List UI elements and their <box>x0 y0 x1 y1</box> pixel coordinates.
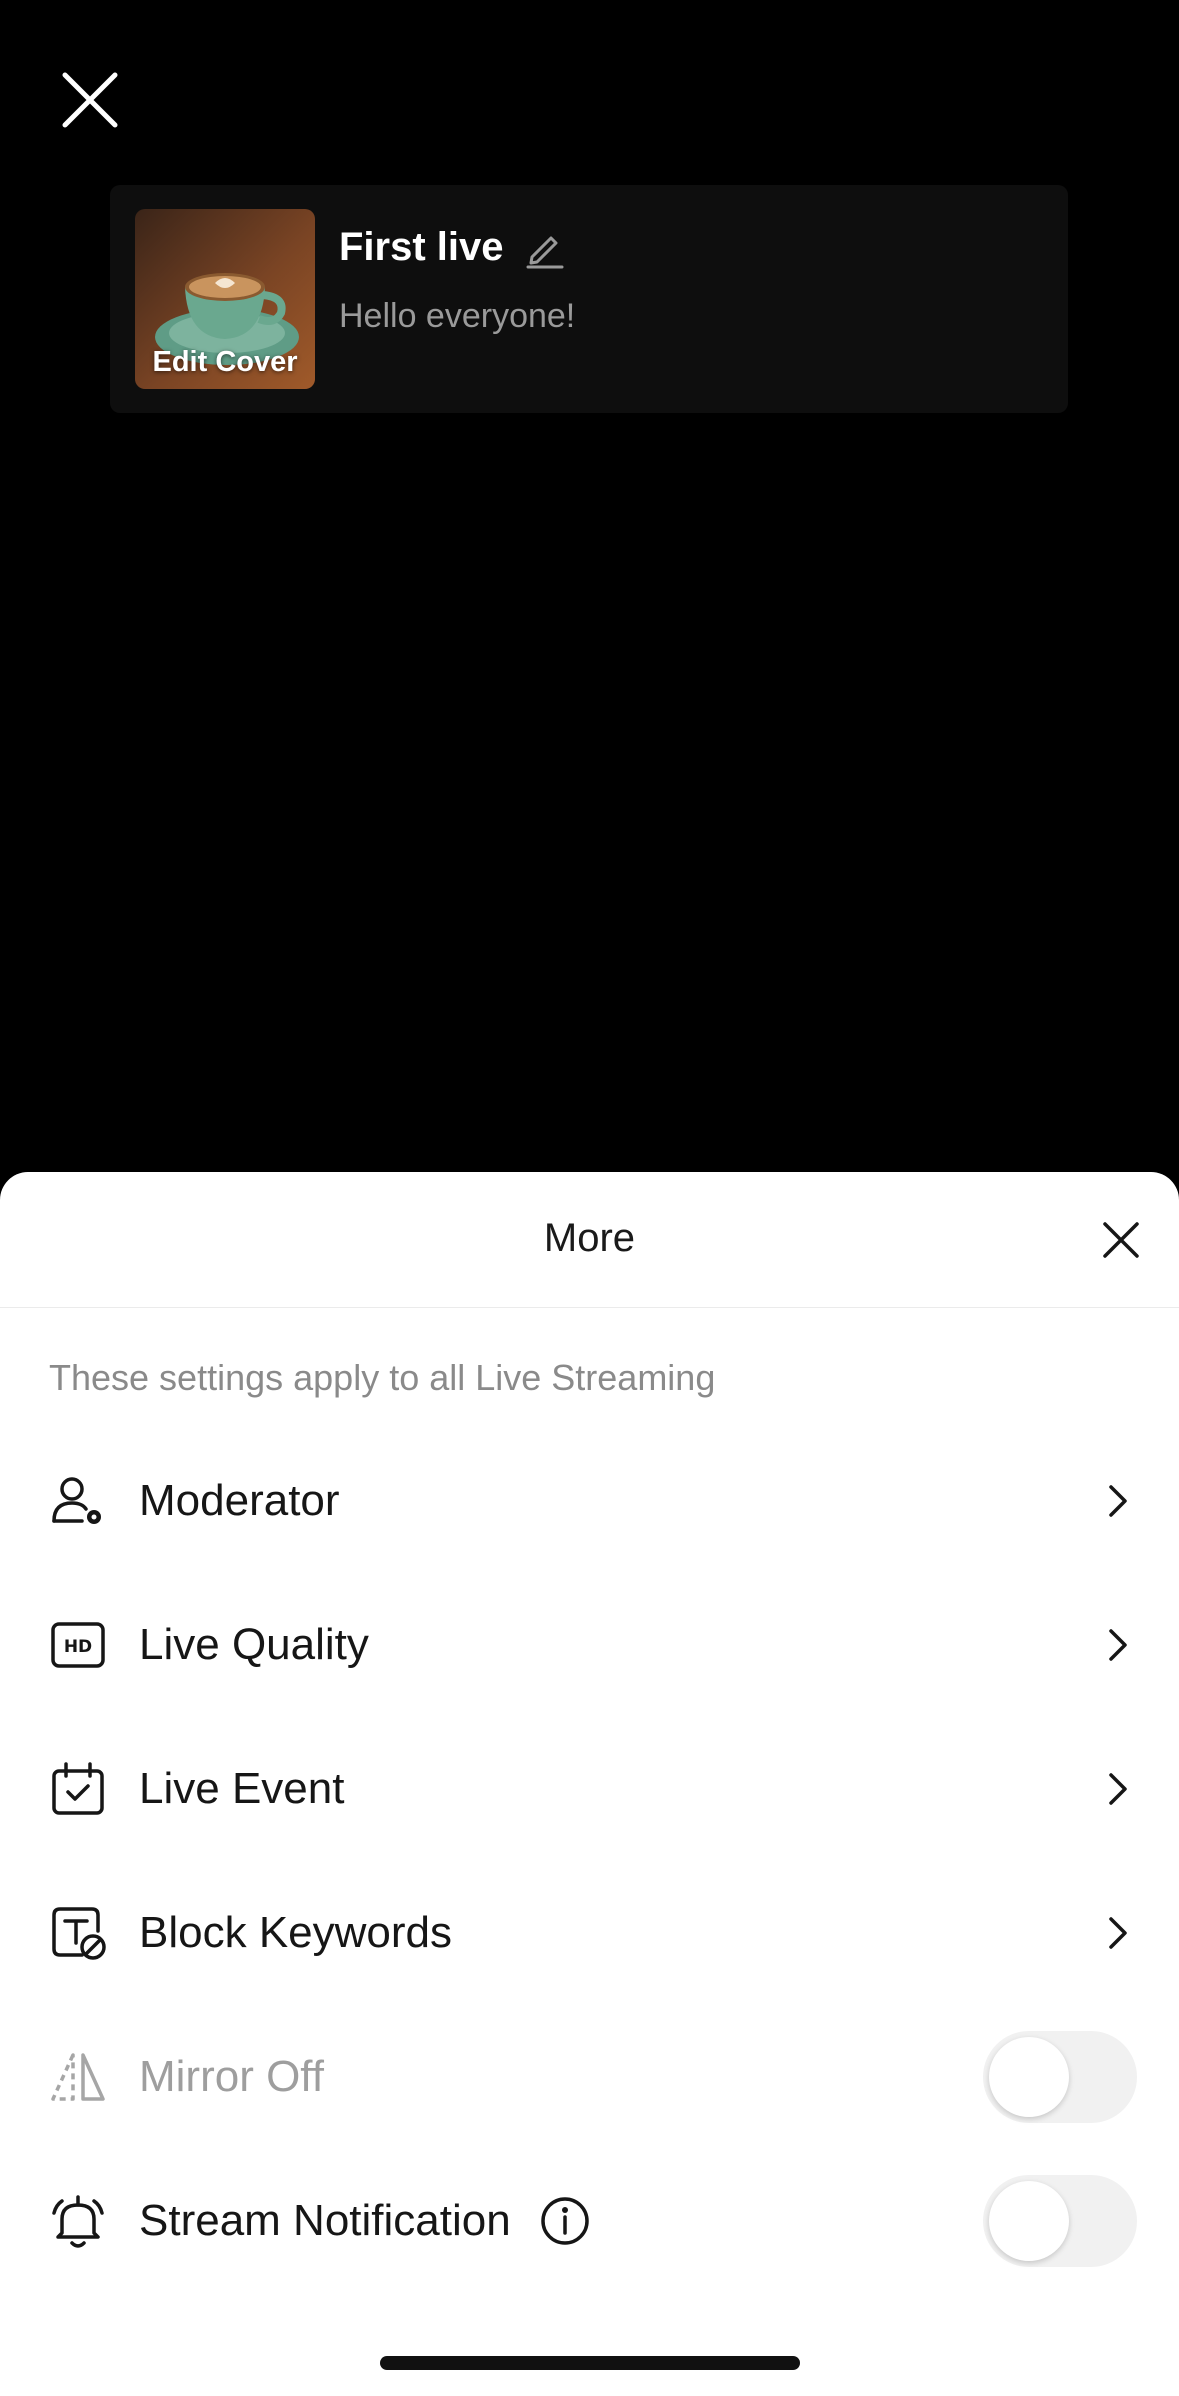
info-icon[interactable] <box>539 2195 591 2247</box>
toggle-knob <box>989 2037 1069 2117</box>
hd-icon: HD <box>48 1615 108 1675</box>
block-text-icon <box>48 1903 108 1963</box>
mirror-row: Mirror Off <box>0 2017 1179 2137</box>
chevron-right-icon <box>1103 1913 1133 1953</box>
sheet-close-icon[interactable] <box>1093 1212 1149 1268</box>
chevron-right-icon <box>1103 1625 1133 1665</box>
sheet-header: More <box>0 1172 1179 1308</box>
settings-note: These settings apply to all Live Streami… <box>49 1357 716 1398</box>
live-title-row: First live <box>339 225 566 270</box>
row-label: Mirror Off <box>139 2052 324 2101</box>
moderator-icon <box>48 1471 108 1531</box>
block-keywords-row[interactable]: Block Keywords <box>0 1873 1179 1993</box>
row-label: Live Quality <box>139 1620 369 1669</box>
toggle-knob <box>989 2181 1069 2261</box>
chevron-right-icon <box>1103 1481 1133 1521</box>
live-quality-row[interactable]: HD Live Quality <box>0 1585 1179 1705</box>
sheet-title: More <box>543 1216 636 1260</box>
pencil-icon[interactable] <box>524 227 566 269</box>
close-icon[interactable] <box>56 66 124 134</box>
stream-notification-toggle[interactable] <box>983 2175 1137 2267</box>
live-title: First live <box>339 225 504 269</box>
live-subtitle: Hello everyone! <box>339 297 576 335</box>
svg-text:HD: HD <box>64 1637 92 1657</box>
row-label: Block Keywords <box>139 1908 453 1957</box>
row-label: Stream Notification <box>139 2195 591 2247</box>
moderator-row[interactable]: Moderator <box>0 1441 1179 1561</box>
mirror-toggle[interactable] <box>983 2031 1137 2123</box>
row-label: Moderator <box>139 1476 340 1525</box>
row-label: Live Event <box>139 1764 345 1813</box>
stream-notification-label: Stream Notification <box>139 2196 511 2245</box>
edit-cover-label: Edit Cover <box>152 346 298 378</box>
screen: Edit Cover First live Hello everyone! Mo… <box>0 0 1179 2396</box>
calendar-check-icon <box>48 1759 108 1819</box>
bell-icon <box>48 2191 108 2251</box>
live-info-card: Edit Cover First live Hello everyone! <box>110 185 1068 413</box>
more-sheet: More These settings apply to all Live St… <box>0 1172 1179 2396</box>
mirror-icon <box>48 2047 108 2107</box>
home-indicator <box>380 2356 800 2370</box>
edit-cover-button[interactable]: Edit Cover <box>135 209 315 389</box>
chevron-right-icon <box>1103 1769 1133 1809</box>
live-event-row[interactable]: Live Event <box>0 1729 1179 1849</box>
stream-notification-row: Stream Notification <box>0 2161 1179 2281</box>
